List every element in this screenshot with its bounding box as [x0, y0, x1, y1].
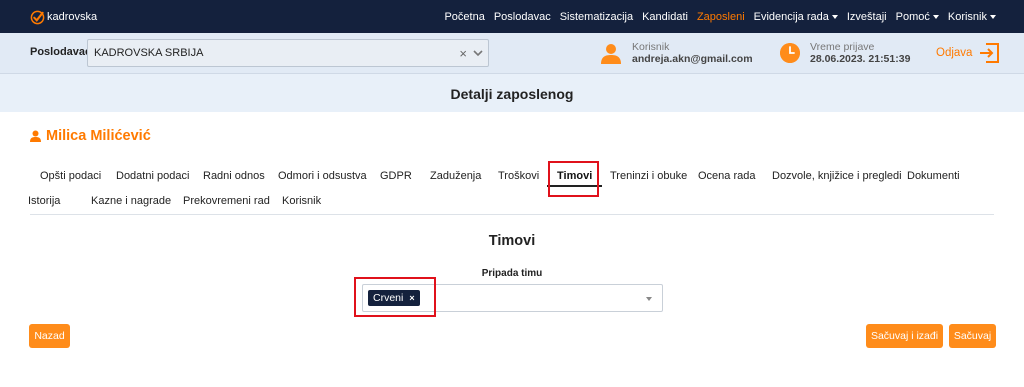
nav-item-7[interactable]: Pomoć — [896, 11, 930, 23]
section-title: Timovi — [488, 233, 536, 249]
nav-item-1[interactable]: Poslodavac — [494, 11, 551, 23]
tab-row2-1[interactable]: Kazne i nagrade — [91, 195, 171, 207]
tab-0[interactable]: Opšti podaci — [40, 170, 101, 182]
tab-6[interactable]: Troškovi — [498, 170, 539, 182]
save-button[interactable]: Sačuvaj — [949, 324, 996, 348]
user-email: andreja.akn@gmail.com — [632, 53, 753, 65]
main-menu: Početna Poslodavac Sistematizacija Kandidat… — [444, 0, 1024, 33]
logout-button[interactable]: Odjava — [936, 42, 1000, 64]
tab-row2-2[interactable]: Prekovremeni rad — [183, 195, 270, 207]
highlight-box-chip — [354, 277, 436, 317]
clock-icon — [780, 43, 800, 63]
tab-3[interactable]: Odmori i odsustva — [278, 170, 367, 182]
nav-item-5[interactable]: Evidencija rada — [754, 11, 829, 23]
tab-row2-3[interactable]: Korisnik — [282, 195, 321, 207]
logout-icon — [980, 43, 1000, 63]
login-time-value: 28.06.2023. 21:51:39 — [810, 53, 911, 65]
login-time-label: Vreme prijave — [810, 41, 875, 53]
chevron-down-icon[interactable] — [646, 297, 652, 301]
clear-icon[interactable]: × — [459, 46, 467, 61]
tab-10[interactable]: Dozvole, knjižice i pregledi — [772, 170, 902, 182]
tab-5[interactable]: Zaduženja — [430, 170, 481, 182]
back-button[interactable]: Nazad — [29, 324, 70, 348]
employer-select[interactable]: KADROVSKA SRBIJA × — [87, 39, 489, 67]
nav-item-2[interactable]: Sistematizacija — [560, 11, 633, 23]
caret-down-icon — [990, 14, 996, 19]
tab-8[interactable]: Treninzi i obuke — [610, 170, 687, 182]
logo[interactable]: kadrovska — [30, 9, 97, 25]
nav-item-4[interactable]: Zaposleni — [697, 11, 745, 23]
nav-item-8[interactable]: Korisnik — [948, 11, 987, 23]
logo-check-icon — [30, 10, 45, 24]
caret-down-icon — [831, 14, 838, 19]
employee-tabs: Opšti podaci Dodatni podaci Radni odnos Odm… — [28, 161, 994, 215]
top-navbar: kadrovska Početna Poslodavac Sistematizaci… — [0, 0, 1024, 33]
nav-item-6[interactable]: Izveštaji — [847, 11, 887, 23]
page-title: Detalji zaposlenog — [450, 86, 574, 102]
logo-text: kadrovska — [47, 11, 98, 23]
tab-row2-0[interactable]: Istorija — [28, 195, 60, 207]
employee-name: Milica Milićević — [46, 128, 151, 144]
employer-label: Poslodavac — [30, 46, 92, 58]
user-role-label: Korisnik — [632, 41, 670, 53]
user-icon — [601, 44, 621, 64]
title-band: Detalji zaposlenog — [0, 74, 1024, 112]
employer-select-value: KADROVSKA SRBIJA — [94, 47, 204, 59]
tab-11[interactable]: Dokumenti — [907, 170, 960, 182]
tab-1[interactable]: Dodatni podaci — [116, 170, 189, 182]
team-field-label: Pripada timu — [481, 268, 543, 279]
logout-label: Odjava — [936, 47, 973, 59]
employer-bar: Poslodavac KADROVSKA SRBIJA × Korisnik a… — [0, 33, 1024, 74]
employee-header: Milica Milićević — [30, 128, 151, 144]
chevron-down-icon[interactable] — [472, 47, 484, 59]
nav-item-3[interactable]: Kandidati — [642, 11, 688, 23]
tab-2[interactable]: Radni odnos — [203, 170, 265, 182]
save-and-exit-button[interactable]: Sačuvaj i izađi — [866, 324, 943, 348]
highlight-box-tab — [548, 161, 599, 197]
user-icon — [30, 130, 41, 142]
caret-down-icon — [932, 14, 939, 19]
nav-item-0[interactable]: Početna — [444, 11, 484, 23]
tab-4[interactable]: GDPR — [380, 170, 412, 182]
tab-9[interactable]: Ocena rada — [698, 170, 755, 182]
